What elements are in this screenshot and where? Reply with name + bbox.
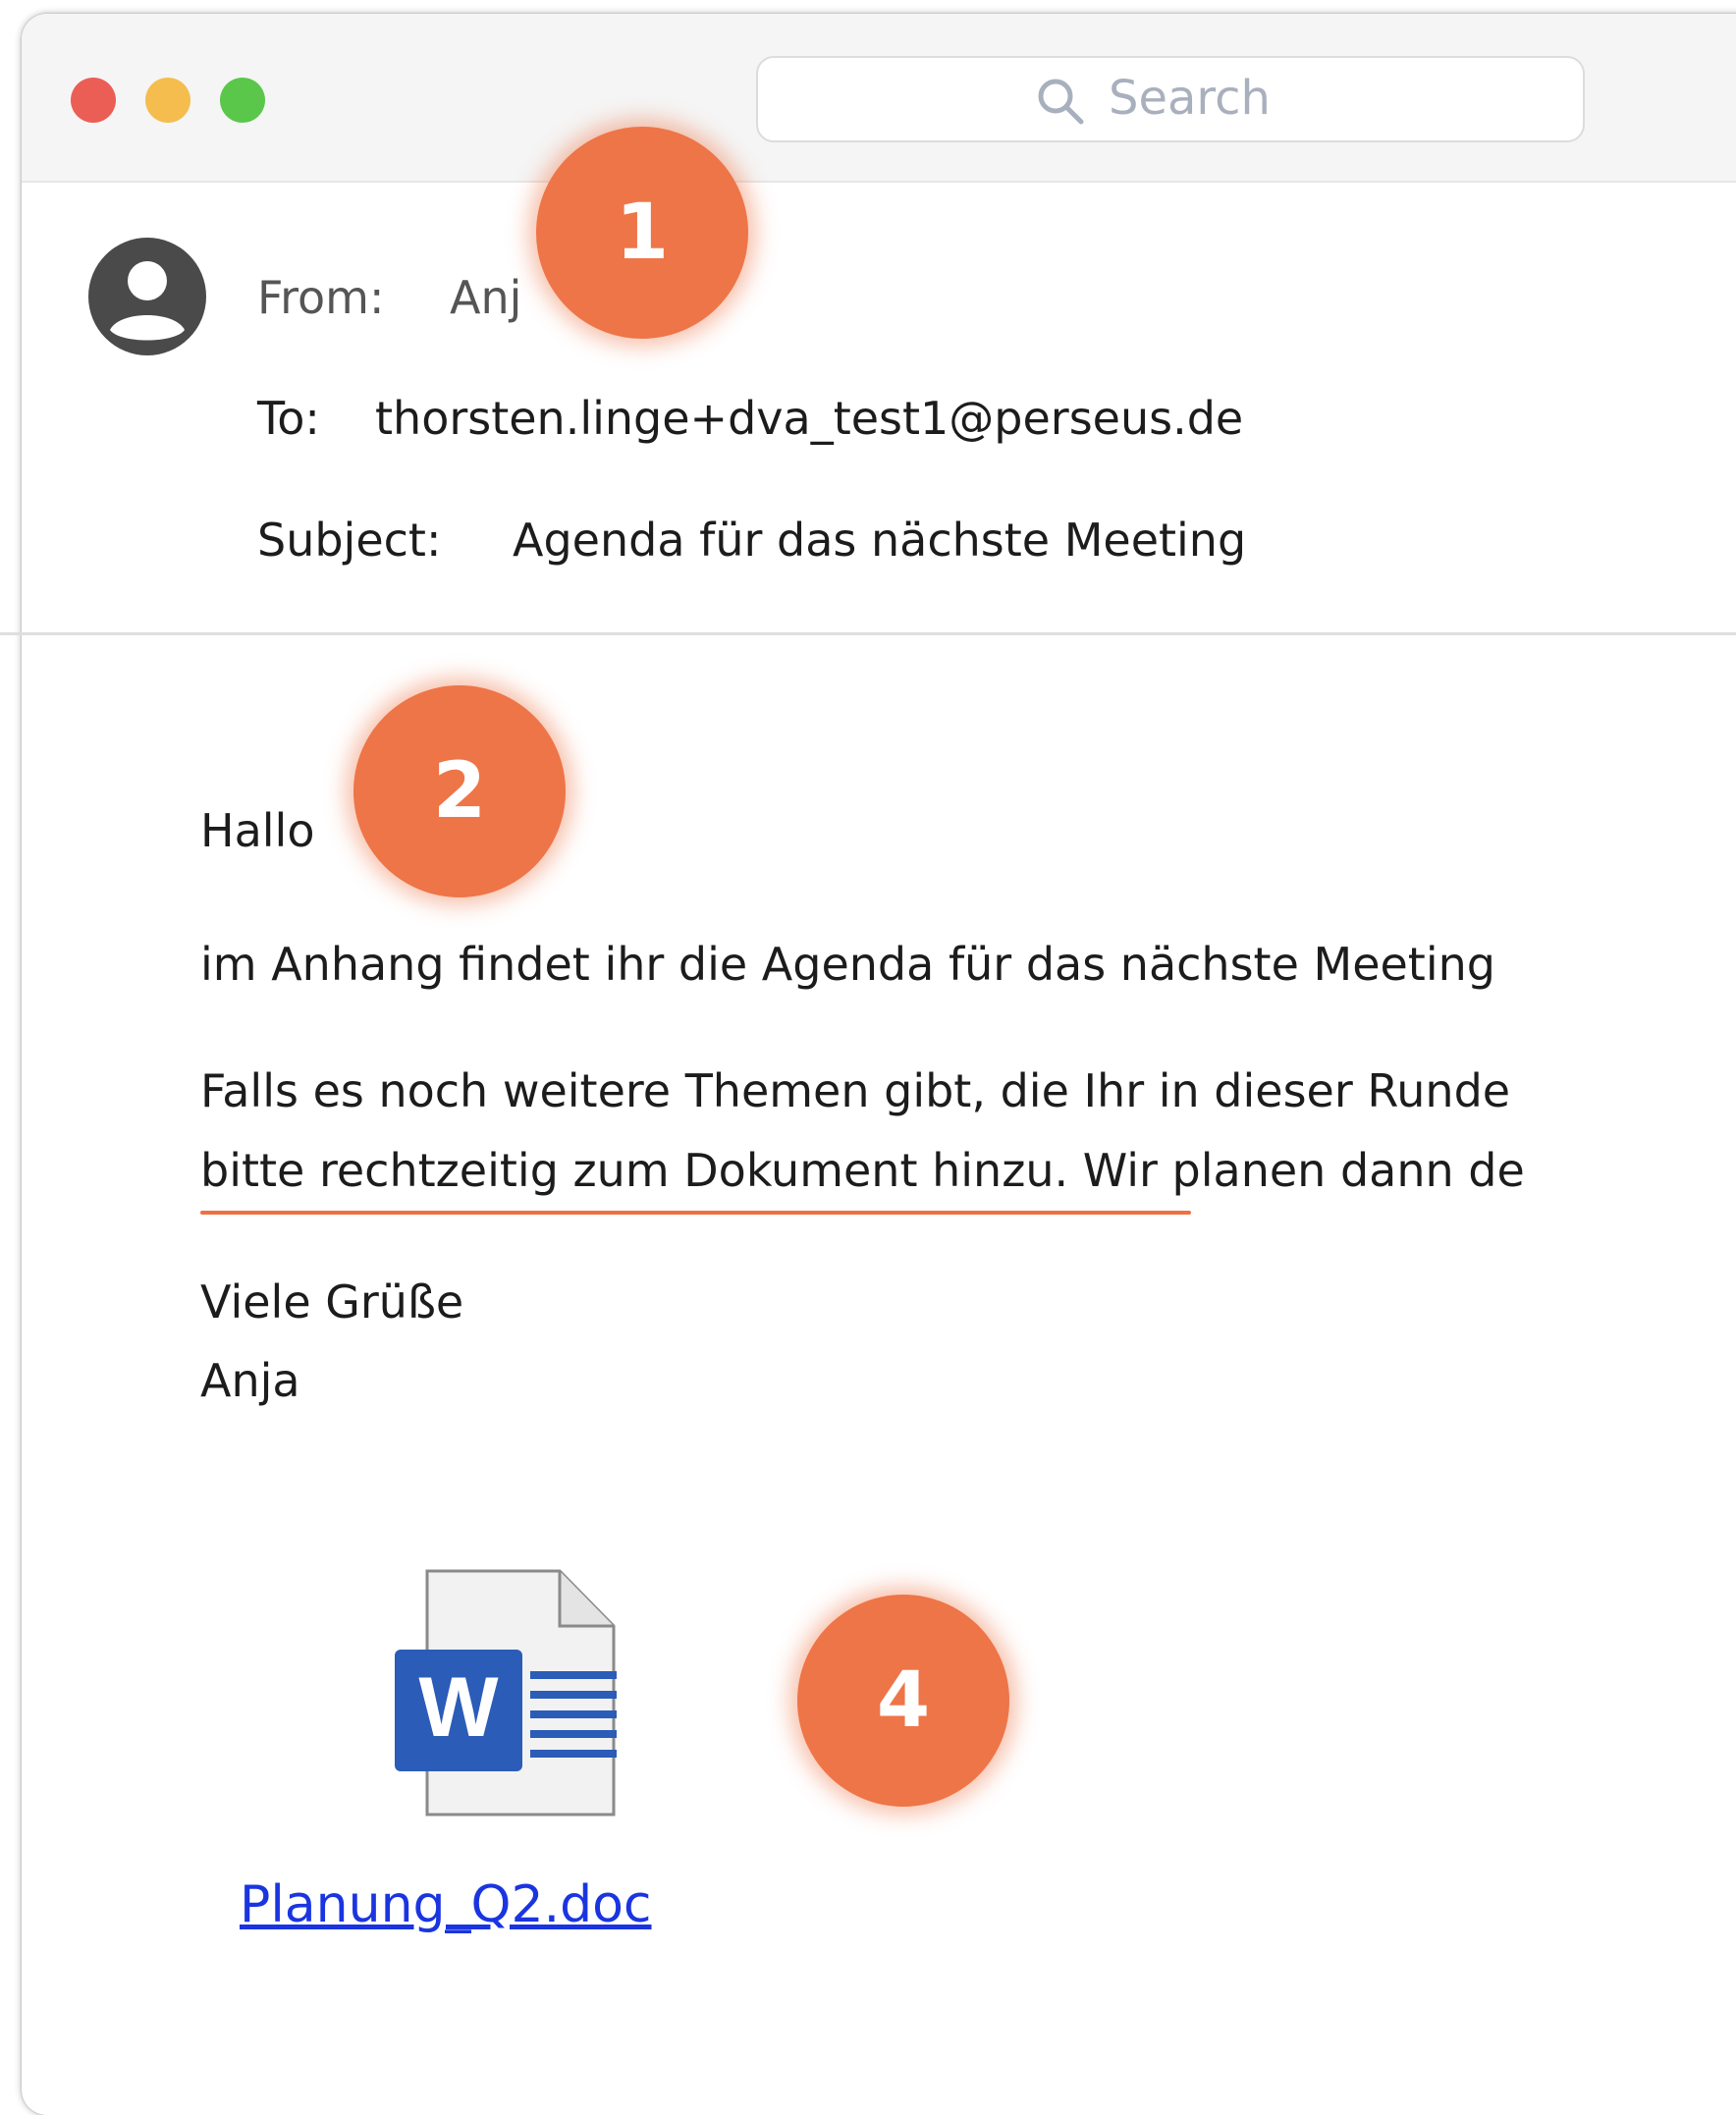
from-value: Anj bbox=[450, 271, 522, 324]
step-marker-2: 2 bbox=[353, 685, 566, 897]
minimize-window-button[interactable] bbox=[145, 78, 190, 123]
step-marker-1: 1 bbox=[536, 127, 748, 339]
body-line-3: bitte rechtzeitig zum Dokument hinzu. Wi… bbox=[200, 1144, 1525, 1197]
word-document-icon[interactable]: W bbox=[373, 1549, 621, 1824]
greeting-text: Hallo bbox=[200, 804, 315, 857]
subject-value: Agenda für das nächste Meeting bbox=[513, 514, 1247, 567]
highlight-underline bbox=[200, 1211, 1191, 1215]
attachment-link[interactable]: Planung_Q2.doc bbox=[240, 1873, 652, 1936]
user-avatar-icon bbox=[88, 238, 206, 355]
title-bar bbox=[22, 14, 1736, 183]
signature-text: Anja bbox=[200, 1354, 300, 1407]
subject-label: Subject: bbox=[257, 514, 442, 567]
to-label: To: bbox=[257, 392, 320, 445]
word-icon-letter: W bbox=[418, 1660, 499, 1755]
closing-text: Viele Grüße bbox=[200, 1275, 464, 1329]
to-value: thorsten.linge+dva_test1@perseus.de bbox=[375, 392, 1244, 445]
header-divider bbox=[0, 632, 1736, 635]
body-line-1: im Anhang findet ihr die Agenda für das … bbox=[200, 938, 1495, 991]
step-marker-4: 4 bbox=[797, 1595, 1009, 1807]
search-icon bbox=[1038, 79, 1084, 125]
body-line-2: Falls es noch weitere Themen gibt, die I… bbox=[200, 1064, 1511, 1117]
close-window-button[interactable] bbox=[71, 78, 116, 123]
from-label: From: bbox=[257, 271, 385, 324]
search-placeholder[interactable]: Search bbox=[1109, 69, 1271, 128]
zoom-window-button[interactable] bbox=[220, 78, 265, 123]
